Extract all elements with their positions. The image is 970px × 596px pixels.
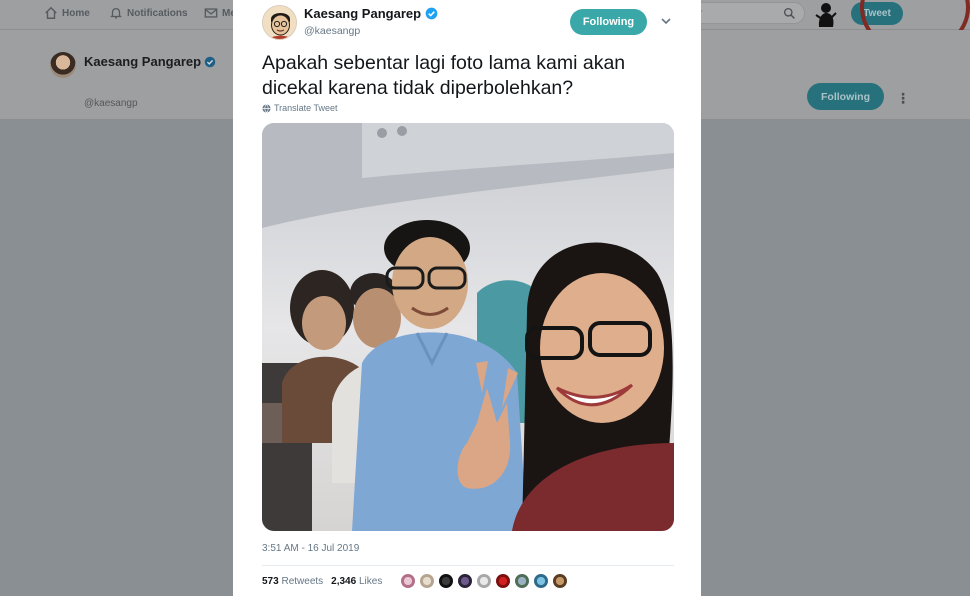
liker-avatars — [400, 573, 568, 589]
author-avatar-image — [263, 6, 296, 39]
profile-following-button[interactable]: Following — [807, 83, 884, 110]
liker-avatar[interactable] — [419, 573, 435, 589]
author-name-text: Kaesang Pangarep — [304, 6, 422, 21]
likes-count: 2,346 — [331, 576, 357, 587]
tweet-photo[interactable] — [262, 123, 674, 531]
translate-label: Translate Tweet — [274, 103, 338, 113]
nav-notifications-label: Notifications — [127, 7, 188, 19]
chevron-down-icon[interactable] — [660, 15, 672, 27]
envelope-icon — [204, 8, 218, 18]
stats-divider — [262, 565, 674, 566]
profile-name-text: Kaesang Pangarep — [84, 54, 202, 69]
author-handle[interactable]: @kaesangp — [304, 25, 360, 37]
verified-badge-icon — [204, 56, 216, 67]
tweet-stats: 573 Retweets 2,346 Likes — [262, 576, 382, 587]
airplane-selfie-image — [262, 123, 674, 531]
liker-avatar[interactable] — [457, 573, 473, 589]
profile-avatar[interactable] — [50, 52, 76, 78]
tweet-text: Apakah sebentar lagi foto lama kami akan… — [262, 52, 626, 99]
liker-avatar[interactable] — [438, 573, 454, 589]
liker-avatar[interactable] — [495, 573, 511, 589]
liker-avatar[interactable] — [514, 573, 530, 589]
likes-stat[interactable]: 2,346 Likes — [331, 576, 382, 587]
user-avatar[interactable] — [814, 1, 838, 27]
nav-home-label: Home — [62, 7, 90, 19]
nav-home[interactable]: Home — [44, 6, 90, 20]
retweets-count: 573 — [262, 576, 279, 587]
more-options-icon[interactable]: ⋮ — [896, 90, 910, 107]
translate-tweet-link[interactable]: Translate Tweet — [262, 103, 338, 113]
profile-name: Kaesang Pangarep — [84, 54, 216, 69]
profile-handle: @kaesangp — [84, 98, 138, 109]
liker-avatar[interactable] — [533, 573, 549, 589]
liker-avatar[interactable] — [552, 573, 568, 589]
home-icon — [45, 6, 57, 19]
retweets-label: Retweets — [281, 576, 324, 587]
retweets-stat[interactable]: 573 Retweets — [262, 576, 323, 587]
tweet-modal: Kaesang Pangarep @kaesangp Following Apa… — [233, 0, 701, 596]
globe-icon — [262, 103, 271, 113]
verified-badge-icon — [425, 7, 438, 20]
bell-icon — [110, 7, 122, 19]
search-input[interactable]: r — [690, 2, 805, 24]
liker-avatar[interactable] — [476, 573, 492, 589]
nav-messages[interactable]: Me — [204, 6, 236, 20]
author-avatar[interactable] — [262, 5, 297, 40]
following-button[interactable]: Following — [570, 9, 647, 35]
search-icon[interactable] — [783, 7, 796, 20]
nav-notifications[interactable]: Notifications — [109, 6, 188, 20]
likes-label: Likes — [358, 576, 383, 587]
tweet-timestamp[interactable]: 3:51 AM - 16 Jul 2019 — [262, 543, 359, 554]
liker-avatar[interactable] — [400, 573, 416, 589]
author-name[interactable]: Kaesang Pangarep — [304, 6, 438, 21]
